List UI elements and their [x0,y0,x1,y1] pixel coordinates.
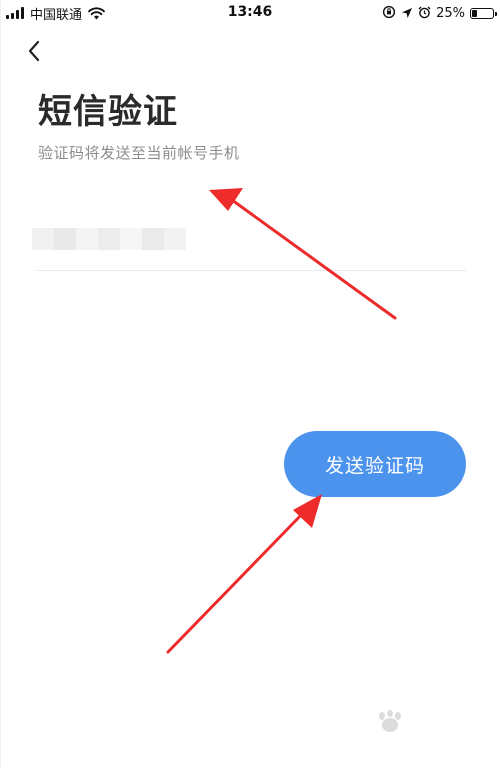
location-arrow-icon [401,4,413,23]
obscured-phone-number [32,228,186,250]
paw-logo-icon [379,710,401,732]
chevron-left-icon [28,40,40,62]
left-edge-line [0,0,1,768]
rotation-lock-icon [382,4,396,23]
battery-fill [472,9,477,17]
phone-field-underline [36,270,466,271]
send-code-button[interactable]: 发送验证码 [284,431,466,497]
alarm-clock-icon [418,4,431,23]
status-right: 25% [382,4,497,23]
page-title: 短信验证 [38,92,178,132]
battery-icon [470,7,497,19]
page-subtitle: 验证码将发送至当前帐号手机 [38,144,240,162]
battery-percent: 25% [436,5,465,21]
annotation-arrow-bottom [166,494,322,654]
watermark [374,710,484,754]
phone-number-field [30,224,470,272]
sms-verification-screen: 中国联通 13:46 25% 短信验证 验证码将发送至当前帐号手机 发送验证码 [0,0,500,768]
status-bar: 中国联通 13:46 25% [0,0,500,26]
back-button[interactable] [22,38,46,64]
